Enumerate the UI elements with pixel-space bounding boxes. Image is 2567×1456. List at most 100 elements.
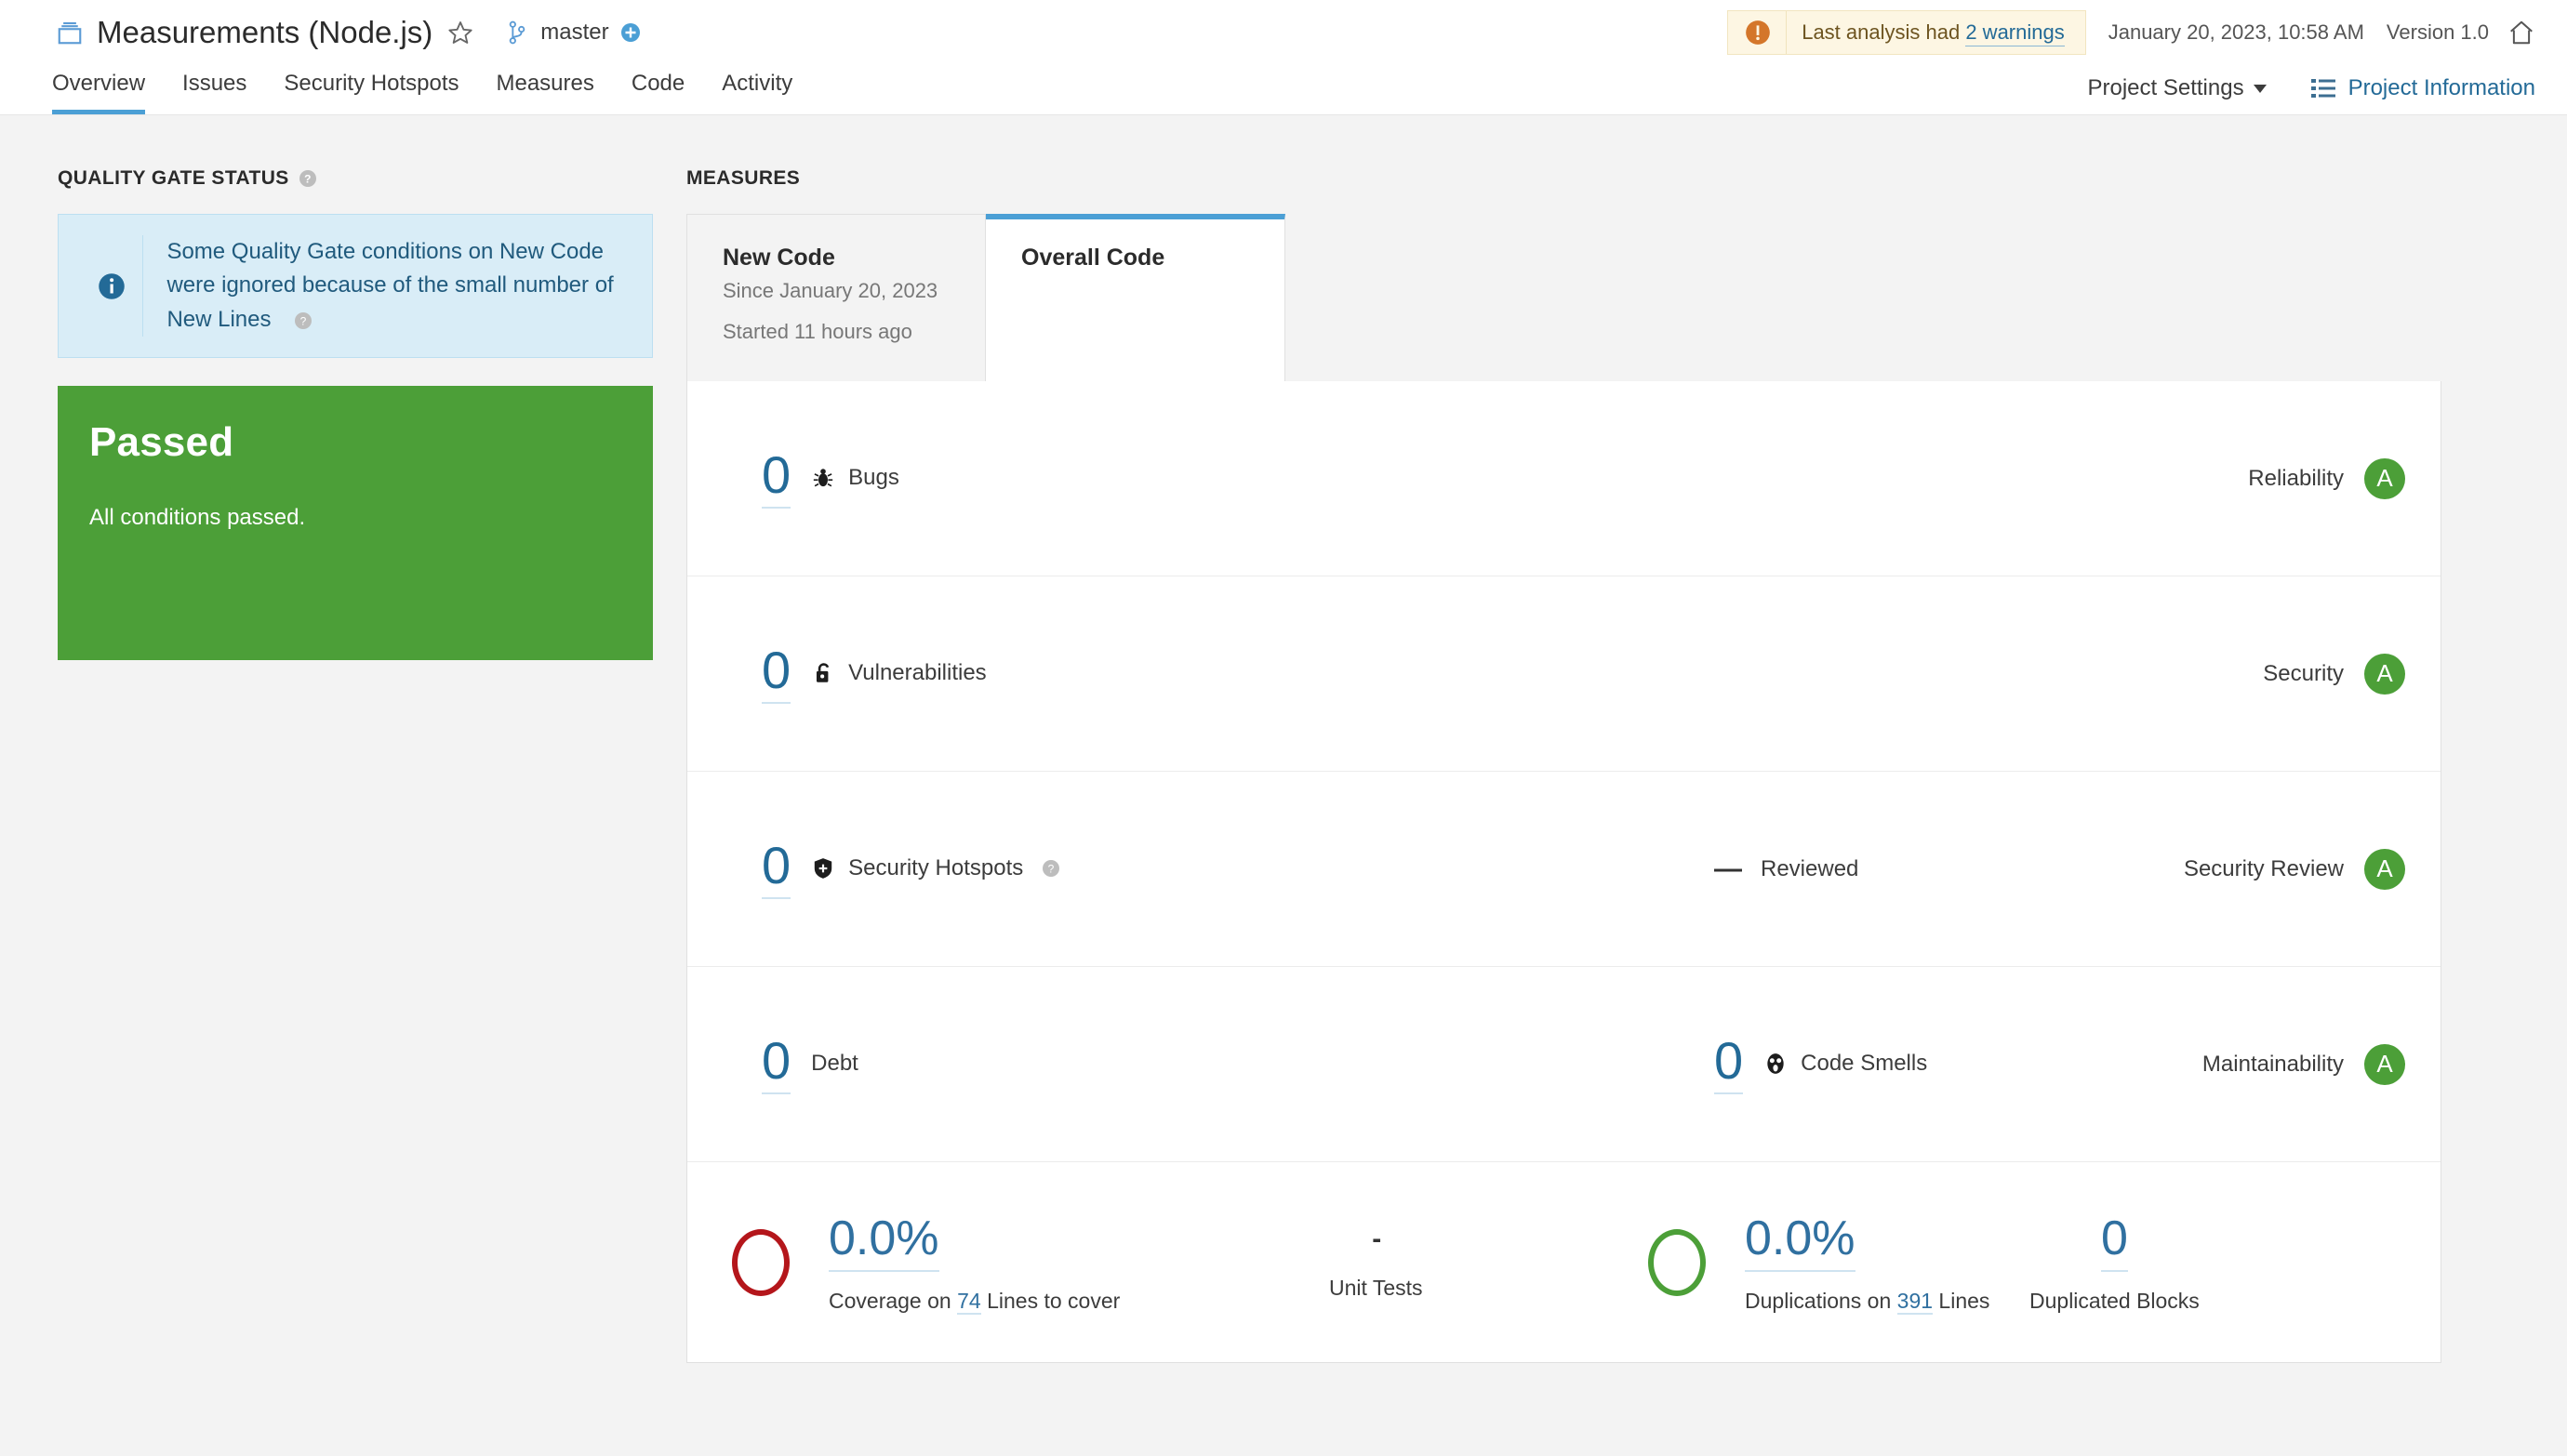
tab-measures[interactable]: Measures — [496, 71, 593, 114]
bugs-label: Bugs — [848, 465, 899, 491]
last-analysis-warning[interactable]: Last analysis had 2 warnings — [1727, 10, 2086, 55]
help-icon[interactable]: ? — [1032, 859, 1060, 878]
security-review-rating-cell: Security Review A — [2184, 848, 2405, 890]
reliability-label: Reliability — [2248, 465, 2344, 491]
project-information-button[interactable]: Project Information — [2310, 75, 2535, 101]
home-icon[interactable] — [2489, 19, 2535, 46]
duplicated-lines-link[interactable]: 391 — [1896, 1289, 1934, 1315]
warning-prefix: Last analysis had — [1802, 20, 1961, 44]
tab-issues[interactable]: Issues — [182, 71, 246, 114]
duplications-caption-prefix: Duplications on — [1745, 1289, 1892, 1313]
quality-gate-column: QUALITY GATE STATUS ? Some Quality Gate … — [58, 167, 653, 661]
bugs-count[interactable]: 0 — [762, 447, 791, 509]
tab-overall-code[interactable]: Overall Code — [986, 214, 1285, 381]
tab-security-hotspots[interactable]: Security Hotspots — [284, 71, 459, 114]
svg-text:?: ? — [304, 173, 312, 186]
code-smells-count[interactable]: 0 — [1714, 1033, 1744, 1094]
security-hotspots-measure: 0 Security Hotspots ? — [762, 838, 1060, 899]
status-badge: Passed — [89, 419, 234, 466]
duplications-caption: Duplications on 391 Lines — [1745, 1289, 1989, 1315]
duplications-percent[interactable]: 0.0% — [1745, 1211, 1855, 1272]
help-icon[interactable]: ? — [289, 169, 317, 188]
project-settings-label: Project Settings — [2087, 75, 2244, 100]
unit-tests-measure: - Unit Tests — [1329, 1224, 1423, 1301]
unit-tests-value: - — [1372, 1224, 1381, 1254]
duplications-values: 0.0% Duplications on 391 Lines — [1745, 1211, 1989, 1315]
duplications-measure: 0.0% Duplications on 391 Lines — [1648, 1211, 1989, 1315]
main-navigation: Overview Issues Security Hotspots Measur… — [0, 65, 2567, 115]
reliability-rating-cell: Reliability A — [2248, 457, 2405, 499]
measure-row-vulnerabilities: 0 Vulnerabilities Security A — [687, 576, 2441, 772]
plus-circle-icon[interactable] — [609, 22, 641, 43]
duplicated-blocks-label: Duplicated Blocks — [2029, 1289, 2200, 1313]
maintainability-rating-badge[interactable]: A — [2364, 1043, 2405, 1085]
security-rating-badge[interactable]: A — [2364, 653, 2405, 695]
analysis-date: January 20, 2023, 10:58 AM — [2108, 20, 2364, 44]
tab-overview[interactable]: Overview — [52, 71, 146, 114]
measure-row-security-hotspots: 0 Security Hotspots ? — Reviewed Securit… — [687, 772, 2441, 967]
duplicated-blocks-value[interactable]: 0 — [2100, 1211, 2128, 1272]
vulnerabilities-label: Vulnerabilities — [848, 660, 987, 686]
coverage-percent[interactable]: 0.0% — [829, 1211, 939, 1272]
maintainability-rating-cell: Maintainability A — [2201, 1043, 2405, 1085]
lines-to-cover-link[interactable]: 74 — [957, 1289, 981, 1315]
alert-circle-icon — [1745, 20, 1771, 46]
header-right-group: Last analysis had 2 warnings January 20,… — [1727, 0, 2535, 65]
bug-icon — [811, 466, 848, 490]
branch-icon — [507, 20, 527, 46]
measures-tabs: New Code Since January 20, 2023 Started … — [686, 214, 2441, 381]
security-hotspot-shield-icon — [811, 856, 848, 880]
reviewed-value: — — [1714, 853, 1742, 884]
vulnerabilities-measure: 0 Vulnerabilities — [762, 642, 987, 704]
code-smell-icon — [1763, 1052, 1801, 1076]
security-label: Security — [2263, 660, 2344, 686]
reviewed-label: Reviewed — [1761, 855, 1859, 881]
vulnerabilities-label-group: Vulnerabilities — [811, 660, 987, 686]
project-settings-menu[interactable]: Project Settings — [2087, 75, 2267, 101]
info-circle-icon — [81, 272, 142, 300]
duplicated-blocks-measure: 0 Duplicated Blocks — [2029, 1211, 2200, 1314]
reliability-rating-badge[interactable]: A — [2364, 457, 2405, 499]
measure-row-maintainability: 0 Debt 0 Code Smells Maintainability A — [687, 967, 2441, 1162]
code-smells-label-group: Code Smells — [1763, 1051, 1927, 1077]
tab-new-code-since: Since January 20, 2023 — [723, 279, 938, 302]
page-title: Measurements (Node.js) — [97, 15, 433, 49]
duplications-donut-icon — [1648, 1228, 1706, 1296]
security-review-rating-badge[interactable]: A — [2364, 848, 2405, 890]
tab-new-code-label: New Code — [723, 245, 835, 271]
vulnerabilities-count[interactable]: 0 — [762, 642, 791, 704]
quality-gate-notice-text: Some Quality Gate conditions on New Code… — [166, 235, 630, 337]
star-icon[interactable] — [432, 20, 473, 46]
warnings-link[interactable]: 2 warnings — [1965, 20, 2065, 46]
quality-gate-section-title: QUALITY GATE STATUS ? — [58, 167, 653, 190]
measures-column: MEASURES New Code Since January 20, 2023… — [686, 167, 2441, 1363]
coverage-measure: 0.0% Coverage on 74 Lines to cover — [732, 1211, 1120, 1315]
debt-label: Debt — [811, 1051, 858, 1077]
branch-name: master — [540, 20, 609, 45]
list-icon — [2310, 78, 2335, 99]
tab-activity[interactable]: Activity — [722, 71, 792, 114]
coverage-caption-prefix: Coverage on — [829, 1289, 951, 1313]
nav-right-group: Project Settings Project Information — [2087, 75, 2535, 101]
code-smells-measure: 0 Code Smells — [1714, 1033, 1927, 1094]
quality-gate-title-text: QUALITY GATE STATUS — [58, 167, 289, 189]
measure-row-bugs: 0 Bugs Reliability A — [687, 381, 2441, 576]
divider — [1786, 11, 1788, 54]
project-information-label: Project Information — [2348, 75, 2535, 100]
debt-value[interactable]: 0 — [762, 1033, 791, 1094]
project-box-icon — [56, 19, 97, 46]
debt-measure: 0 Debt — [762, 1033, 858, 1094]
branch-selector[interactable]: master — [507, 20, 640, 46]
maintainability-label: Maintainability — [2201, 1051, 2344, 1077]
reviewed-measure: — Reviewed — [1714, 854, 1858, 885]
tab-code[interactable]: Code — [632, 71, 685, 114]
svg-text:?: ? — [1048, 863, 1055, 876]
code-smells-label: Code Smells — [1801, 1051, 1928, 1077]
svg-text:?: ? — [300, 315, 307, 328]
security-hotspots-count[interactable]: 0 — [762, 838, 791, 899]
warning-text: Last analysis had 2 warnings — [1802, 20, 2065, 46]
help-icon[interactable]: ? — [285, 311, 313, 330]
unit-tests-label: Unit Tests — [1329, 1276, 1423, 1300]
tab-new-code[interactable]: New Code Since January 20, 2023 Started … — [686, 214, 986, 381]
tab-overall-code-label: Overall Code — [1021, 245, 1165, 271]
